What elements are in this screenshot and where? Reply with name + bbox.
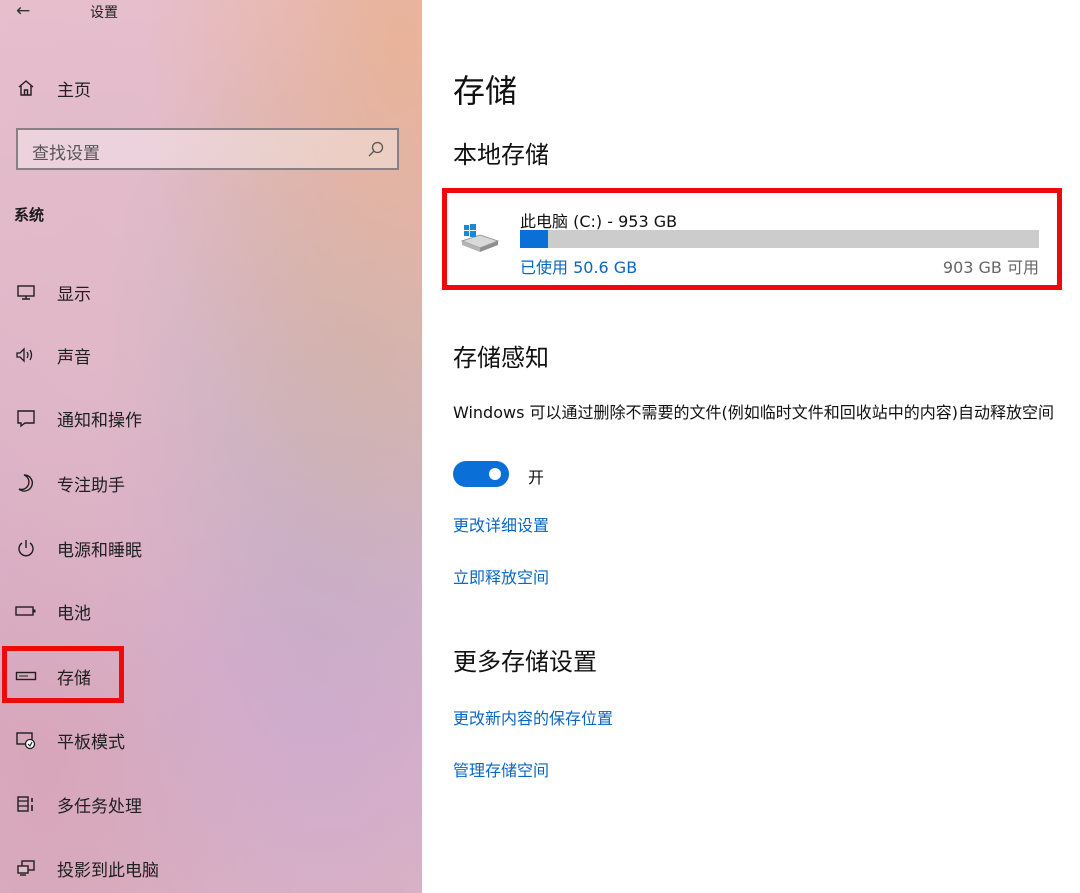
- sidebar-item-notifications[interactable]: 通知和操作: [0, 398, 422, 438]
- title-bar: ← 设置: [0, 0, 422, 24]
- power-icon: [14, 536, 38, 560]
- section-label: 系统: [14, 206, 45, 224]
- sidebar-item-label: 多任务处理: [57, 796, 142, 817]
- home-icon: [14, 76, 38, 100]
- change-save-location-link[interactable]: 更改新内容的保存位置: [453, 705, 613, 729]
- manage-storage-spaces-link[interactable]: 管理存储空间: [453, 757, 549, 781]
- sidebar: ← 设置 主页 查找设置 系统 显示 声音 通知和操作 专注助手 电源和睡眠 电…: [0, 0, 422, 893]
- sidebar-item-power[interactable]: 电源和睡眠: [0, 528, 422, 568]
- used-space-label: 已使用 50.6 GB: [520, 258, 638, 277]
- project-icon: [14, 856, 38, 880]
- sidebar-item-label: 电源和睡眠: [57, 540, 142, 561]
- multitasking-icon: [14, 792, 38, 816]
- local-storage-heading: 本地存储: [453, 141, 549, 169]
- storage-sense-toggle[interactable]: [453, 461, 509, 487]
- battery-icon: [14, 599, 38, 623]
- drive-name: 此电脑 (C:) - 953 GB: [520, 212, 678, 231]
- sidebar-item-sound[interactable]: 声音: [0, 335, 422, 375]
- sidebar-item-project[interactable]: 投影到此电脑: [0, 848, 422, 888]
- sidebar-item-label: 电池: [57, 603, 91, 624]
- tablet-mode-icon: [14, 728, 38, 752]
- toggle-knob: [489, 468, 501, 480]
- sidebar-item-label: 平板模式: [57, 732, 125, 753]
- storage-highlight: [2, 646, 124, 703]
- main-content: 存储 本地存储 此电脑 (C:) - 953 GB 已使用 50.6 GB 90…: [422, 0, 1080, 893]
- change-details-link[interactable]: 更改详细设置: [453, 512, 549, 536]
- sidebar-item-focus-assist[interactable]: 专注助手: [0, 463, 422, 503]
- toggle-state-label: 开: [528, 468, 545, 487]
- sidebar-item-label: 声音: [57, 347, 91, 368]
- search-placeholder: 查找设置: [32, 144, 100, 164]
- sidebar-item-label: 专注助手: [57, 475, 125, 496]
- search-icon: [367, 140, 385, 158]
- free-up-space-link[interactable]: 立即释放空间: [453, 564, 549, 588]
- sidebar-item-label: 投影到此电脑: [57, 860, 159, 881]
- window-title: 设置: [90, 5, 118, 21]
- search-input[interactable]: 查找设置: [16, 128, 399, 170]
- drive-icon: [458, 221, 500, 253]
- sidebar-item-tablet-mode[interactable]: 平板模式: [0, 720, 422, 760]
- page-title: 存储: [453, 72, 518, 110]
- nav-home-label: 主页: [57, 80, 91, 101]
- sidebar-item-multitasking[interactable]: 多任务处理: [0, 784, 422, 824]
- storage-usage-bar: [520, 230, 1039, 248]
- back-arrow-icon[interactable]: ←: [16, 0, 30, 22]
- storage-sense-description: Windows 可以通过删除不需要的文件(例如临时文件和回收站中的内容)自动释放…: [453, 403, 1054, 422]
- sidebar-item-battery[interactable]: 电池: [0, 591, 422, 631]
- drive-c-card[interactable]: 此电脑 (C:) - 953 GB 已使用 50.6 GB 903 GB 可用: [454, 197, 1054, 281]
- sidebar-item-display[interactable]: 显示: [0, 272, 422, 312]
- moon-icon: [14, 471, 38, 495]
- nav-home[interactable]: 主页: [0, 68, 422, 108]
- notification-icon: [14, 406, 38, 430]
- free-space-label: 903 GB 可用: [942, 258, 1039, 277]
- sidebar-item-label: 显示: [57, 284, 91, 305]
- speaker-icon: [14, 343, 38, 367]
- monitor-icon: [14, 280, 38, 304]
- sidebar-item-label: 通知和操作: [57, 410, 142, 431]
- more-settings-heading: 更多存储设置: [453, 648, 597, 676]
- storage-usage-fill: [520, 230, 548, 248]
- storage-sense-heading: 存储感知: [453, 344, 549, 372]
